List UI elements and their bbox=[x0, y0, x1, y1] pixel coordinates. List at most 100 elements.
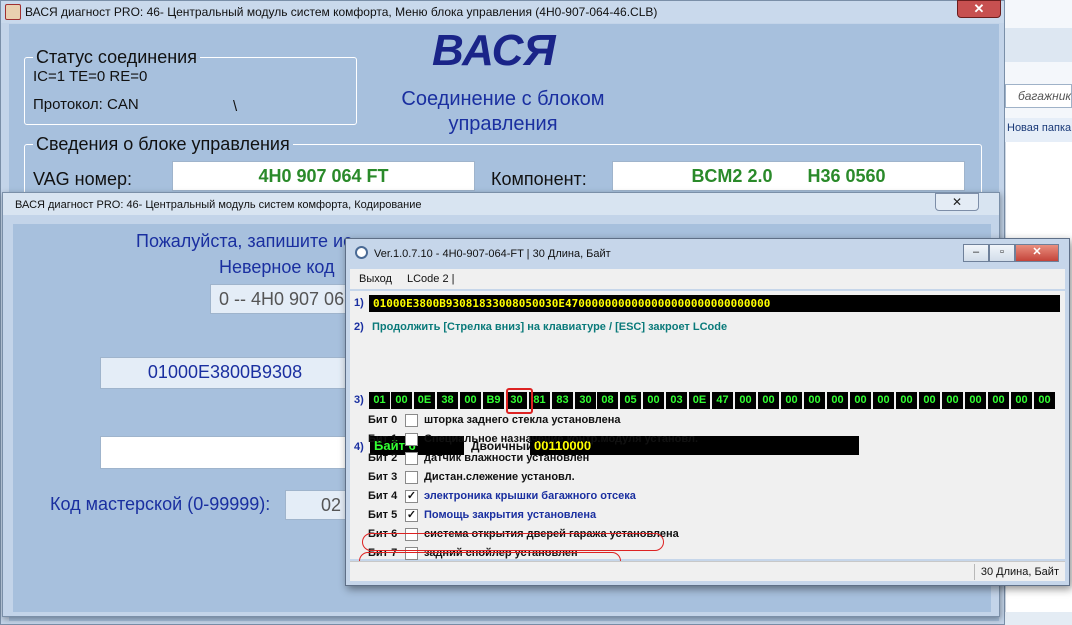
byte-cell[interactable]: 00 bbox=[827, 392, 848, 409]
full-code-display: 01000E3800B93081833008050030E47000000000… bbox=[369, 295, 1060, 312]
byte-cell[interactable]: 00 bbox=[735, 392, 756, 409]
connection-subtitle-line2: управления bbox=[448, 113, 558, 135]
main-window-title: ВАСЯ диагност PRO: 46- Центральный модул… bbox=[25, 5, 658, 19]
row1-label: 1) bbox=[354, 297, 364, 309]
byte-cell[interactable]: 00 bbox=[781, 392, 802, 409]
connection-status-caption: Статус соединения bbox=[33, 47, 200, 68]
bit-row: Бит 5 ✓ Помощь закрытия установлена bbox=[368, 507, 688, 525]
bit-checkbox[interactable] bbox=[405, 452, 418, 465]
coding-input-field[interactable] bbox=[100, 436, 350, 469]
coding-code-field[interactable]: 01000E3800B9308 bbox=[100, 357, 350, 389]
byte-cell[interactable]: 00 bbox=[391, 392, 412, 409]
byte-cell[interactable]: B9 bbox=[483, 392, 504, 409]
bit-row: Бит 2 датчик влажности установлен bbox=[368, 450, 688, 468]
byte-cell[interactable]: 00 bbox=[988, 392, 1009, 409]
bit-description: шторка заднего стекла установлена bbox=[424, 414, 621, 426]
unit-info-caption: Сведения о блоке управления bbox=[33, 134, 293, 155]
coding-window-title: ВАСЯ диагност PRO: 46- Центральный модул… bbox=[15, 199, 422, 211]
menu-lcode2[interactable]: LCode 2 | bbox=[407, 273, 455, 285]
byte-cell[interactable]: 01 bbox=[369, 392, 390, 409]
vag-number-field: 4H0 907 064 FT bbox=[172, 161, 475, 191]
bit-row: Бит 0 шторка заднего стекла установлена bbox=[368, 412, 688, 430]
byte-cell[interactable]: 00 bbox=[1011, 392, 1032, 409]
main-window-titlebar[interactable]: ВАСЯ диагност PRO: 46- Центральный модул… bbox=[1, 0, 1004, 23]
lcode-status-bar: 30 Длина, Байт bbox=[350, 561, 1065, 581]
byte-cell[interactable]: 00 bbox=[850, 392, 871, 409]
bit-name: Бит 1 bbox=[368, 433, 398, 445]
bit-description: датчик влажности установлен bbox=[424, 452, 590, 464]
component-field: BCM2 2.0 H36 0560 bbox=[612, 161, 965, 191]
connection-status-group: Статус соединения IC=1 TE=0 RE=0 Протоко… bbox=[24, 47, 357, 125]
byte-cell[interactable]: 00 bbox=[758, 392, 779, 409]
bit4-highlight bbox=[362, 533, 664, 551]
connection-subtitle-line1: Соединение с блоком bbox=[401, 88, 605, 110]
bit-checkbox[interactable] bbox=[405, 433, 418, 446]
bit-checkbox[interactable] bbox=[405, 471, 418, 484]
bit-name: Бит 0 bbox=[368, 414, 398, 426]
byte-cell[interactable]: 00 bbox=[804, 392, 825, 409]
bit-description: электроника крышки багажного отсека bbox=[424, 490, 636, 502]
vag-number-label: VAG номер: bbox=[33, 169, 133, 189]
byte-cell[interactable]: 00 bbox=[643, 392, 664, 409]
byte-cell[interactable]: 00 bbox=[965, 392, 986, 409]
byte-cell[interactable]: 00 bbox=[942, 392, 963, 409]
connection-counters: IC=1 TE=0 RE=0 bbox=[33, 68, 148, 85]
bit-checkbox[interactable]: ✓ bbox=[405, 490, 418, 503]
row3-label: 3) bbox=[354, 394, 364, 406]
app-icon bbox=[5, 4, 21, 20]
coding-window-close-button[interactable]: ✕ bbox=[935, 193, 979, 211]
explorer-toolbar bbox=[1005, 28, 1072, 62]
minimize-icon[interactable]: – bbox=[963, 244, 989, 262]
bit-checkbox[interactable]: ✓ bbox=[405, 509, 418, 522]
byte-cell[interactable]: 83 bbox=[552, 392, 573, 409]
row4-label: 4) bbox=[354, 441, 364, 453]
explorer-status-bar bbox=[1005, 612, 1072, 625]
coding-window-titlebar[interactable]: ВАСЯ диагност PRO: 46- Центральный модул… bbox=[3, 193, 999, 215]
component-label: Компонент: bbox=[491, 169, 587, 189]
lcode-body: 1) 01000E3800B93081833008050030E47000000… bbox=[350, 291, 1065, 570]
workshop-code-field[interactable]: 02 bbox=[285, 490, 350, 520]
bit-name: Бит 2 bbox=[368, 452, 398, 464]
byte-cell[interactable]: 03 bbox=[666, 392, 687, 409]
byte-cell[interactable]: 00 bbox=[919, 392, 940, 409]
main-window-close-button[interactable]: ✕ bbox=[957, 0, 1001, 18]
status-separator bbox=[974, 564, 975, 580]
byte-cell[interactable]: 30 bbox=[575, 392, 596, 409]
byte-cell[interactable]: 08 bbox=[597, 392, 618, 409]
lcode-menu-bar: Выход LCode 2 | bbox=[350, 269, 1065, 289]
coding-part-number-field: 0 -- 4H0 907 06 bbox=[210, 284, 350, 314]
explorer-new-folder-button[interactable]: Новая папка bbox=[1005, 118, 1072, 142]
lcode-window: Ver.1.0.7.10 - 4H0-907-064-FT | 30 Длина… bbox=[345, 238, 1070, 586]
byte-cell[interactable]: 00 bbox=[873, 392, 894, 409]
byte-cell[interactable]: 0E bbox=[689, 392, 710, 409]
bit-row: Бит 4 ✓ электроника крышки багажного отсек… bbox=[368, 488, 688, 506]
byte-cell[interactable]: 00 bbox=[460, 392, 481, 409]
byte-cell[interactable]: 00 bbox=[896, 392, 917, 409]
byte-cell[interactable]: 00 bbox=[1034, 392, 1055, 409]
byte-cell[interactable]: 47 bbox=[712, 392, 733, 409]
bit-checkbox[interactable] bbox=[405, 414, 418, 427]
bit-name: Бит 5 bbox=[368, 509, 398, 521]
vasya-logo: ВАСЯ bbox=[432, 26, 556, 75]
bit-description: Специальное назначение контр.модуля уста… bbox=[424, 433, 699, 445]
connection-spinner: \ bbox=[233, 98, 238, 115]
lcode-close-icon[interactable]: ✕ bbox=[1015, 244, 1059, 262]
bit-row: Бит 3 Дистан.слежение установл. bbox=[368, 469, 688, 487]
status-length-text: 30 Длина, Байт bbox=[980, 566, 1059, 578]
byte-cell[interactable]: 38 bbox=[437, 392, 458, 409]
bit-description: Дистан.слежение установл. bbox=[424, 471, 575, 483]
coding-error-text: Неверное код bbox=[219, 257, 335, 277]
menu-exit[interactable]: Выход bbox=[359, 273, 392, 285]
row2-label: 2) bbox=[354, 321, 364, 333]
byte-cell[interactable]: 0E bbox=[414, 392, 435, 409]
bit-description: Помощь закрытия установлена bbox=[424, 509, 597, 521]
byte-cell[interactable]: 05 bbox=[620, 392, 641, 409]
bit-name: Бит 4 bbox=[368, 490, 398, 502]
explorer-search-input[interactable]: багажник bbox=[1005, 84, 1072, 108]
connection-protocol: Протокол: CAN bbox=[33, 96, 139, 113]
bit-row: Бит 1 Специальное назначение контр.модуля… bbox=[368, 431, 698, 449]
lcode-app-icon bbox=[355, 246, 368, 259]
selected-byte-highlight bbox=[506, 388, 533, 414]
lcode-window-titlebar[interactable]: Ver.1.0.7.10 - 4H0-907-064-FT | 30 Длина… bbox=[346, 239, 1069, 267]
maximize-icon[interactable]: ▫ bbox=[989, 244, 1015, 262]
